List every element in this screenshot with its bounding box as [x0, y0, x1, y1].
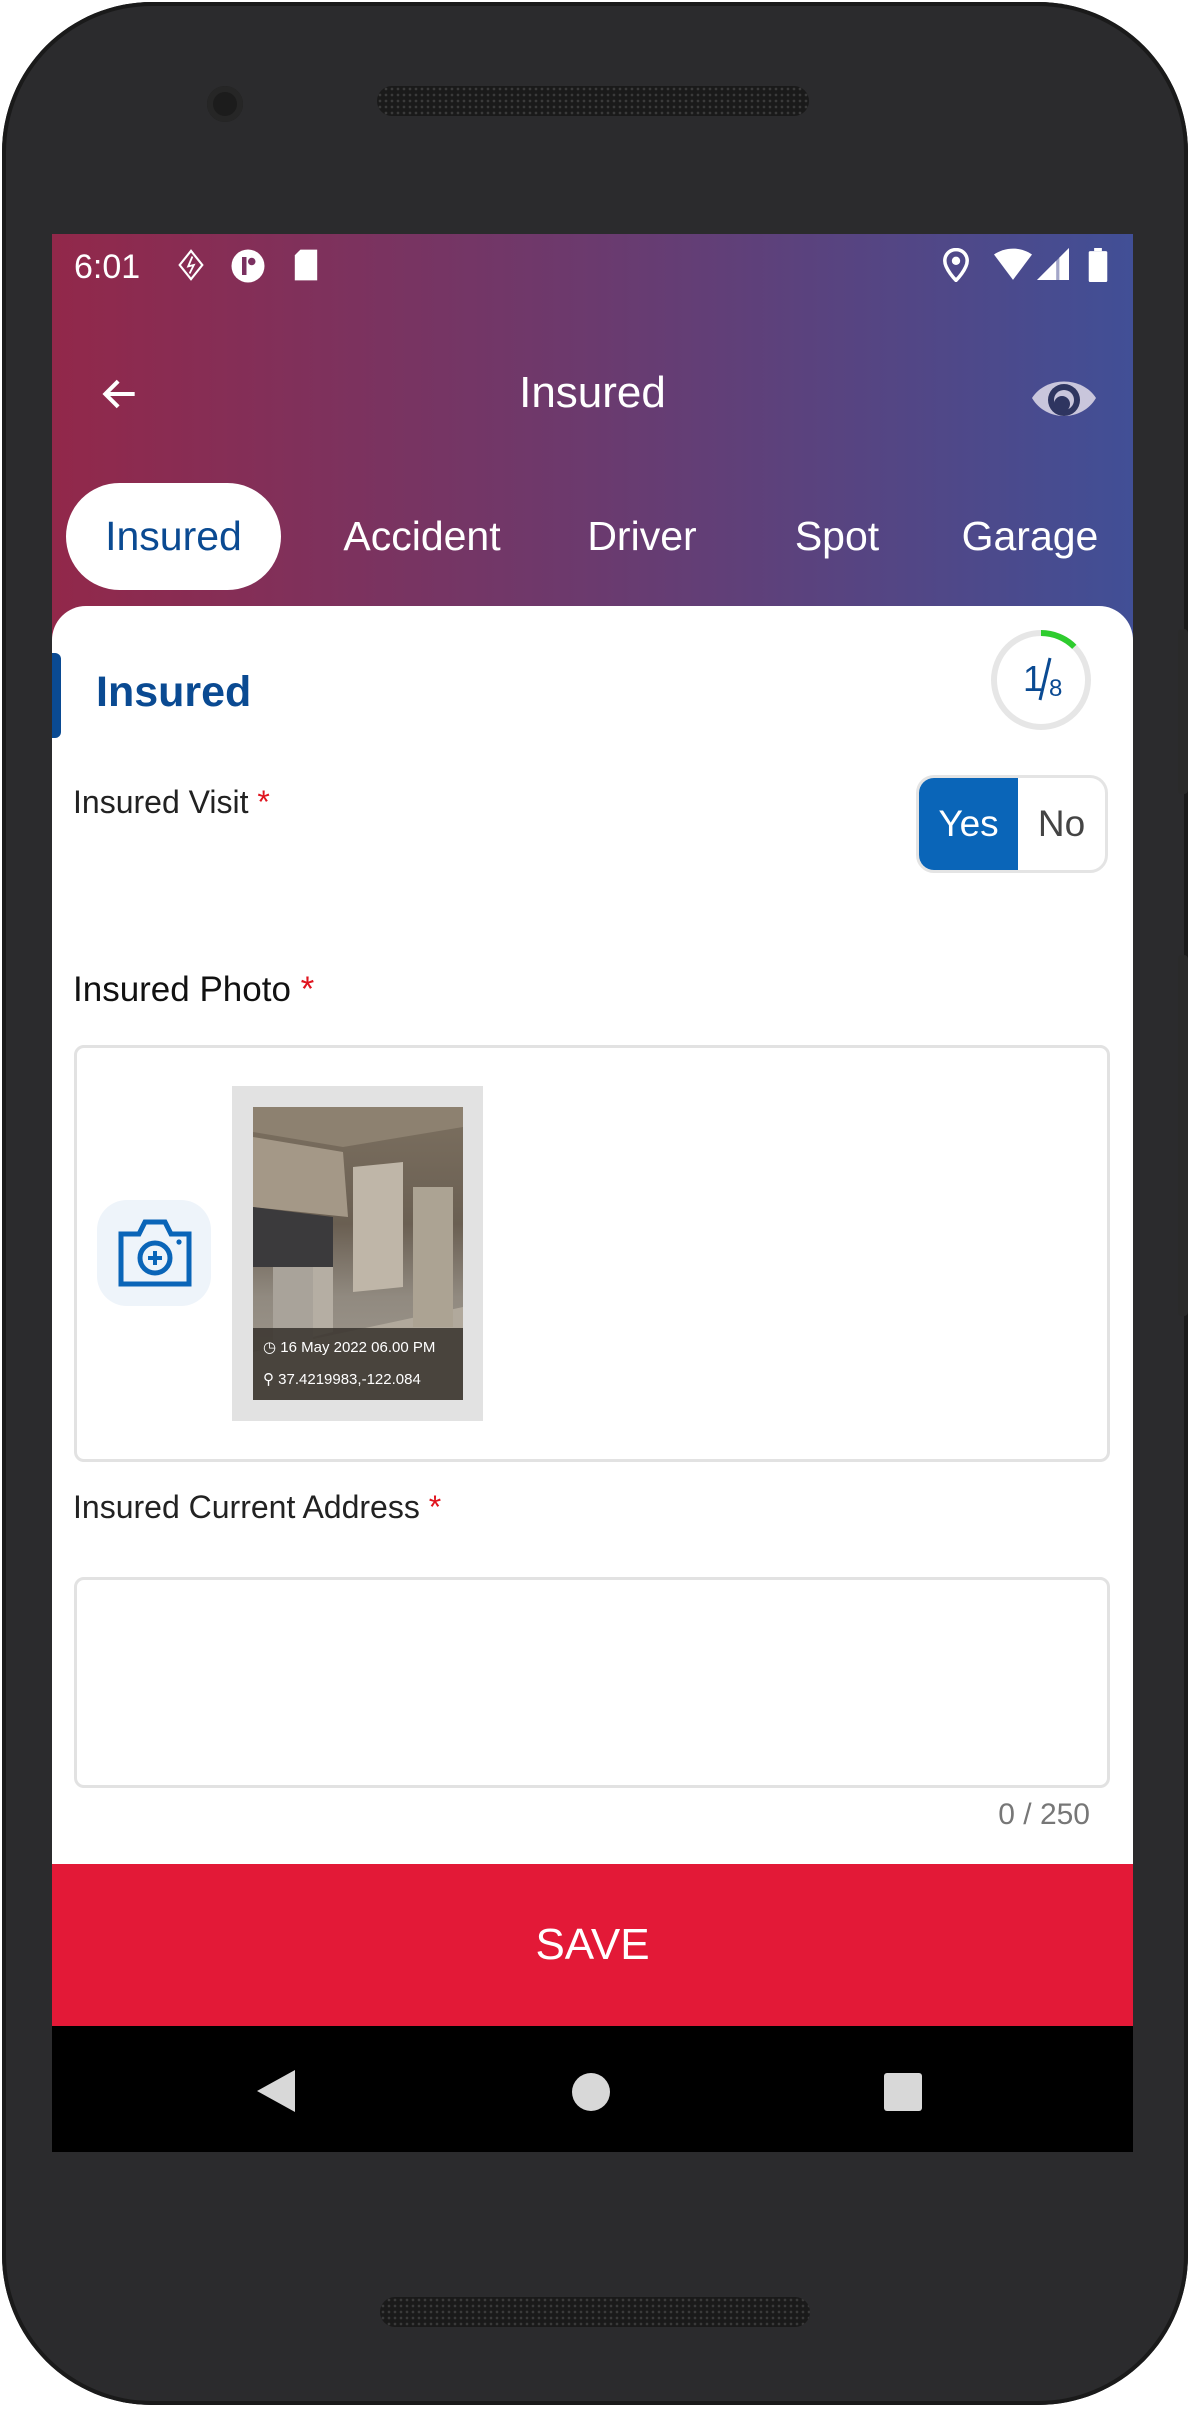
eye-icon[interactable] [1030, 374, 1098, 429]
insured-address-input[interactable] [74, 1577, 1110, 1788]
insured-visit-toggle: Yes No [916, 775, 1108, 873]
camera-add-icon [118, 1219, 192, 1287]
screen: 6:01 Insured Insured Accident Driver Spo… [52, 234, 1133, 2152]
photo-date: ◷ 16 May 2022 06.00 PM [263, 1339, 436, 1356]
location-icon [942, 247, 970, 290]
photo-thumbnail[interactable]: ◷ 16 May 2022 06.00 PM ⚲ 37.4219983,-122… [232, 1086, 483, 1421]
bolt-shield-icon [174, 248, 208, 290]
tab-accident[interactable]: Accident [302, 483, 542, 590]
insured-visit-label: Insured Visit * [73, 784, 270, 820]
photo-metadata: ◷ 16 May 2022 06.00 PM ⚲ 37.4219983,-122… [253, 1328, 463, 1400]
status-time: 6:01 [74, 248, 141, 286]
progress-current: 1 [1023, 658, 1043, 699]
photo-upload-area: ◷ 16 May 2022 06.00 PM ⚲ 37.4219983,-122… [74, 1045, 1110, 1462]
tab-insured[interactable]: Insured [66, 483, 281, 590]
save-button[interactable]: SAVE [52, 1864, 1133, 2026]
progress-total: 8 [1049, 675, 1062, 702]
status-bar: 6:01 [52, 234, 1133, 300]
page-title: Insured [519, 368, 666, 417]
toggle-no[interactable]: No [1018, 778, 1105, 870]
signal-icon [1036, 248, 1070, 288]
insured-address-label: Insured Current Address * [73, 1489, 442, 1525]
tab-bar: Insured Accident Driver Spot Garage [52, 483, 1133, 590]
toggle-yes[interactable]: Yes [919, 778, 1018, 870]
p-circle-icon [230, 248, 266, 292]
section-indicator [52, 653, 61, 738]
add-photo-button[interactable] [97, 1200, 211, 1306]
section-title: Insured [96, 668, 252, 716]
photo-coordinates: ⚲ 37.4219983,-122.084 [263, 1371, 421, 1388]
character-counter: 0 / 250 [998, 1798, 1090, 1831]
front-camera [207, 86, 243, 122]
earpiece-speaker [377, 86, 809, 116]
battery-icon [1088, 248, 1108, 290]
wifi-icon [994, 248, 1032, 288]
sd-card-icon [292, 248, 320, 290]
insured-photo-image: ◷ 16 May 2022 06.00 PM ⚲ 37.4219983,-122… [253, 1107, 463, 1400]
tab-spot[interactable]: Spot [752, 483, 922, 590]
nav-home-icon[interactable] [571, 2072, 611, 2112]
bottom-speaker [380, 2297, 810, 2327]
insured-photo-label: Insured Photo * [73, 970, 315, 1009]
system-nav-bar [52, 2026, 1133, 2152]
tab-driver[interactable]: Driver [552, 483, 732, 590]
volume-button [1178, 955, 1188, 1316]
progress-ring: 1 8 [989, 628, 1093, 737]
power-button [1178, 629, 1188, 794]
nav-recents-icon[interactable] [884, 2073, 922, 2111]
tab-garage[interactable]: Garage [930, 483, 1130, 590]
nav-back-icon[interactable] [257, 2070, 295, 2112]
